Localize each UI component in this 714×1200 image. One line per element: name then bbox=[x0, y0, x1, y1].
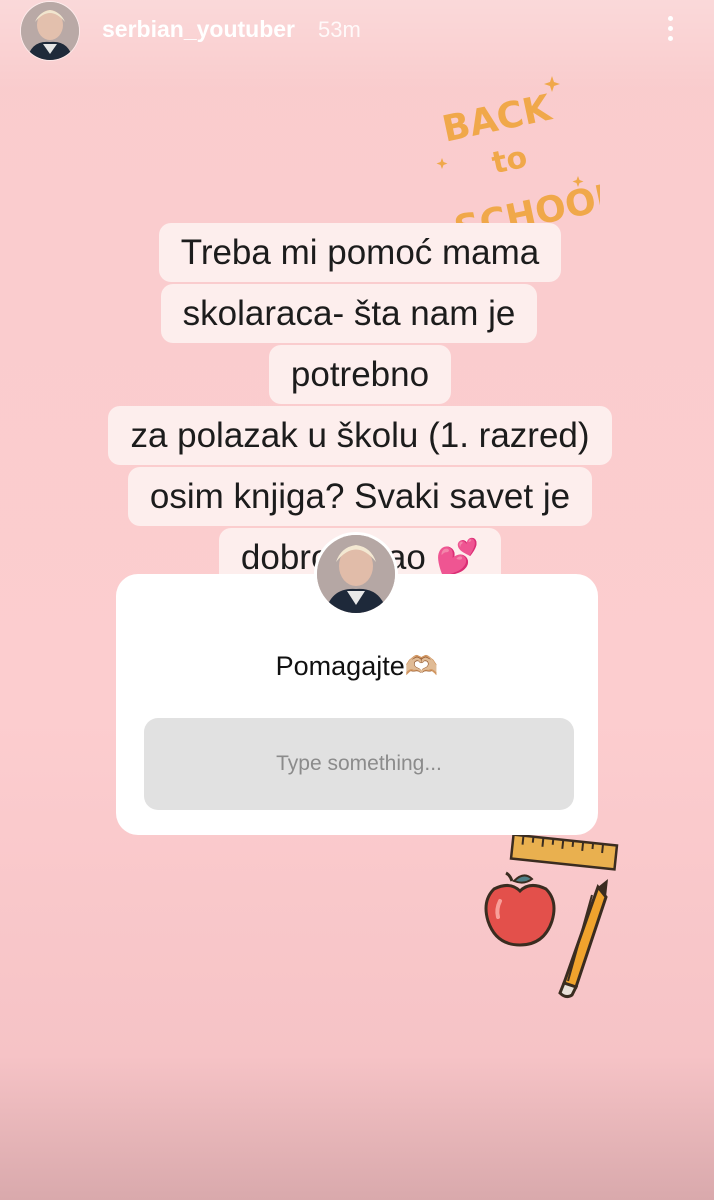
username[interactable]: serbian_youtuber bbox=[102, 16, 295, 43]
pencil-icon bbox=[558, 879, 608, 999]
school-supplies-sticker bbox=[484, 835, 619, 999]
question-avatar bbox=[317, 535, 395, 613]
more-options-icon[interactable] bbox=[660, 12, 680, 46]
question-line: skolaraca- šta nam je potrebno bbox=[160, 284, 538, 404]
response-input[interactable] bbox=[144, 718, 574, 810]
back-to-school-sticker: BACK to SCHOOL bbox=[436, 76, 600, 240]
story-header: serbian_youtuber 53m bbox=[0, 0, 714, 60]
question-line: Treba mi pomoć mama bbox=[158, 223, 562, 282]
ruler-icon bbox=[509, 835, 619, 871]
timestamp: 53m bbox=[318, 17, 361, 42]
apple-icon bbox=[484, 871, 556, 947]
question-sticker[interactable]: Pomagajte🫶🏼 bbox=[116, 574, 598, 835]
question-text: Treba mi pomoć mama skolaraca- šta nam j… bbox=[100, 222, 620, 588]
sticker-text-to: to bbox=[489, 140, 530, 182]
question-line: za polazak u školu (1. razred) bbox=[108, 406, 612, 465]
sticker-text-back: BACK bbox=[439, 87, 556, 150]
profile-avatar[interactable] bbox=[21, 2, 79, 60]
question-line: osim knjiga? Svaki savet je bbox=[127, 467, 593, 526]
question-sticker-title: Pomagajte🫶🏼 bbox=[275, 651, 439, 681]
